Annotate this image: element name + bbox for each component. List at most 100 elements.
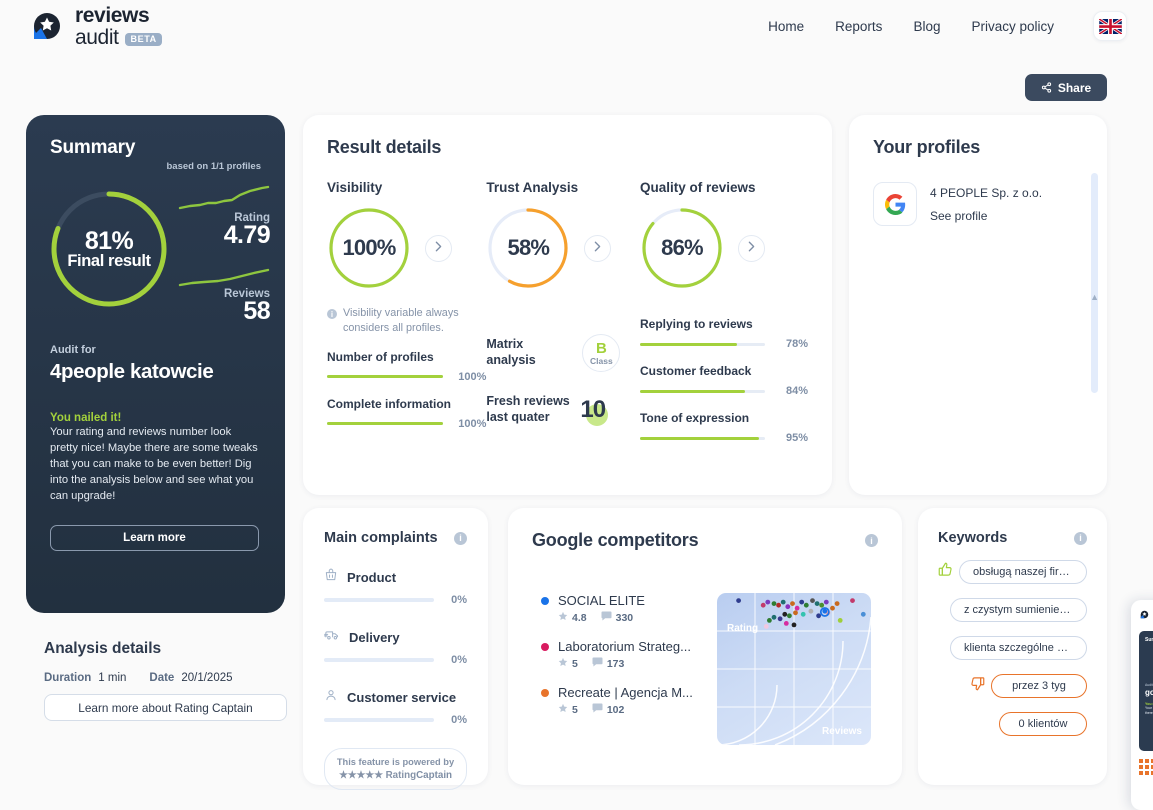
result-details-title: Result details xyxy=(327,137,442,157)
trust-ring: 58% xyxy=(486,206,570,290)
complaint-percent: 0% xyxy=(451,654,467,666)
keyword-negative-row: przez 3 tyg xyxy=(938,674,1087,698)
delivery-van-icon xyxy=(323,628,340,647)
learn-more-button[interactable]: Learn more xyxy=(50,524,259,551)
visibility-heading: Visibility xyxy=(327,180,383,195)
final-result-percent: 81% xyxy=(84,226,134,255)
nav-item-home[interactable]: Home xyxy=(768,19,804,34)
share-button[interactable]: Share xyxy=(1025,74,1107,101)
reviews-sparkline-icon xyxy=(178,268,270,287)
person-icon xyxy=(324,688,338,707)
uk-flag-icon xyxy=(1097,17,1123,35)
trust-percent: 58% xyxy=(507,235,550,260)
see-profile-link[interactable]: See profile xyxy=(930,209,1042,223)
keyword-pill[interactable]: obsługą naszej firm... xyxy=(959,560,1087,584)
visibility-percent: 100% xyxy=(342,235,396,260)
scroll-up-icon[interactable]: ▲ xyxy=(1090,292,1099,302)
nav-item-privacy-policy[interactable]: Privacy policy xyxy=(971,19,1054,34)
competitors-matrix-chart[interactable]: Rating Reviews xyxy=(717,593,871,745)
complaint-bar xyxy=(324,598,434,602)
summary-card: Summary based on 1/1 profiles 81% Final … xyxy=(26,115,285,613)
share-icon xyxy=(1041,82,1052,93)
share-label: Share xyxy=(1057,80,1092,95)
competitor-reviews: 173 xyxy=(592,657,625,670)
competitor-row[interactable]: SOCIAL ELITE 4.8 330 xyxy=(541,593,717,624)
matrix-class-word: Class xyxy=(590,355,613,366)
metric-customer-feedback: Customer feedback 84% xyxy=(639,364,808,397)
complaint-percent: 0% xyxy=(451,594,467,606)
powered-by-badge[interactable]: This feature is powered by ★★★★★ RatingC… xyxy=(324,748,467,790)
fresh-reviews-value-wrap: 10 xyxy=(580,395,609,426)
trust-expand-button[interactable] xyxy=(584,234,612,262)
analysis-details: Analysis details Duration 1 min Date 20/… xyxy=(44,640,294,721)
metric-bar xyxy=(639,389,765,393)
metric-percent: 100% xyxy=(458,370,487,383)
keyword-pill[interactable]: z czystym sumieniem ... xyxy=(950,598,1087,622)
metric-label: Replying to reviews xyxy=(639,317,753,331)
keyword-pill[interactable]: klienta szczególne po... xyxy=(950,636,1087,660)
metric-label: Customer feedback xyxy=(639,364,752,378)
metric-bar xyxy=(327,422,444,426)
analysis-details-title: Analysis details xyxy=(44,640,162,657)
rating-value: 4.79 xyxy=(223,221,271,249)
metric-label: Number of profiles xyxy=(327,349,434,364)
floating-report-preview[interactable]: reviews audit Summary 81% Final result A… xyxy=(1131,600,1153,810)
info-icon[interactable]: i xyxy=(1074,531,1087,545)
competitor-rating-value: 5 xyxy=(572,703,578,716)
quality-ring: 86% xyxy=(640,206,724,290)
comment-icon xyxy=(592,703,603,716)
profile-list-item[interactable]: 4 PEOPLE Sp. z o.o. See profile xyxy=(873,182,1083,226)
star-icon xyxy=(558,611,568,624)
visibility-expand-button[interactable] xyxy=(425,234,452,262)
fresh-reviews-label: Fresh reviews last quater xyxy=(486,394,570,424)
preview-decoration-dots xyxy=(1139,759,1153,775)
info-icon[interactable]: i xyxy=(454,531,467,545)
matrix-x-axis-label: Reviews xyxy=(821,726,862,737)
keyword-pill[interactable]: 0 klientów xyxy=(999,712,1087,736)
powered-by-text: This feature is powered by xyxy=(336,757,455,767)
keyword-negative-row: 0 klientów xyxy=(938,712,1087,736)
audit-for-name: 4people katowcie xyxy=(50,360,214,383)
competitor-reviews: 102 xyxy=(592,703,624,716)
quality-expand-button[interactable] xyxy=(737,234,765,262)
learn-more-rating-captain-button[interactable]: Learn more about Rating Captain xyxy=(44,694,287,721)
info-icon[interactable]: i xyxy=(865,534,878,547)
preview-summary-title: Summary xyxy=(1145,637,1153,643)
chevron-right-icon xyxy=(435,239,442,257)
nav-item-blog[interactable]: Blog xyxy=(913,19,940,34)
metric-bar xyxy=(639,436,765,440)
your-profiles-title: Your profiles xyxy=(873,137,981,157)
language-switcher-button[interactable] xyxy=(1093,11,1127,41)
metric-complete-information: Complete information 100% xyxy=(327,397,486,430)
competitor-row[interactable]: Laboratorium Strateg... 5 173 xyxy=(541,639,717,670)
metric-bar-fill xyxy=(639,436,759,440)
google-icon xyxy=(873,182,917,226)
chevron-right-icon xyxy=(594,239,601,257)
competitor-name: SOCIAL ELITE xyxy=(558,593,645,608)
keyword-positive-row: obsługą naszej firm... xyxy=(938,560,1087,584)
comment-icon xyxy=(601,611,612,624)
rating-captain-light: Rating xyxy=(385,769,417,781)
competitor-rating: 4.8 xyxy=(558,611,587,624)
summary-title: Summary xyxy=(50,137,136,158)
star-icon xyxy=(558,657,568,670)
competitor-row[interactable]: Recreate | Agencja M... 5 102 xyxy=(541,685,717,716)
brand-logo[interactable]: reviews audit BETA xyxy=(28,5,162,48)
complaint-bar xyxy=(324,658,434,662)
competitor-reviews-value: 173 xyxy=(606,657,625,670)
competitor-rating: 5 xyxy=(558,703,578,716)
complaint-bar xyxy=(324,718,434,722)
profiles-scrollbar[interactable] xyxy=(1091,173,1098,393)
main-navigation: Home Reports Blog Privacy policy xyxy=(768,11,1127,41)
keyword-pill[interactable]: przez 3 tyg xyxy=(991,674,1087,698)
google-competitors-title: Google competitors xyxy=(532,530,699,550)
trust-heading: Trust Analysis xyxy=(486,180,579,195)
complaint-delivery: Delivery 0% xyxy=(323,628,467,666)
matrix-analysis-label: Matrix analysis xyxy=(486,337,536,367)
fresh-reviews-value: 10 xyxy=(580,395,606,423)
duration-value: 1 min xyxy=(98,672,127,684)
nav-item-reports[interactable]: Reports xyxy=(835,19,882,34)
matrix-y-axis-label: Rating xyxy=(727,623,759,634)
beta-badge: BETA xyxy=(124,32,162,46)
keyword-positive-row: z czystym sumieniem ... xyxy=(938,598,1087,622)
